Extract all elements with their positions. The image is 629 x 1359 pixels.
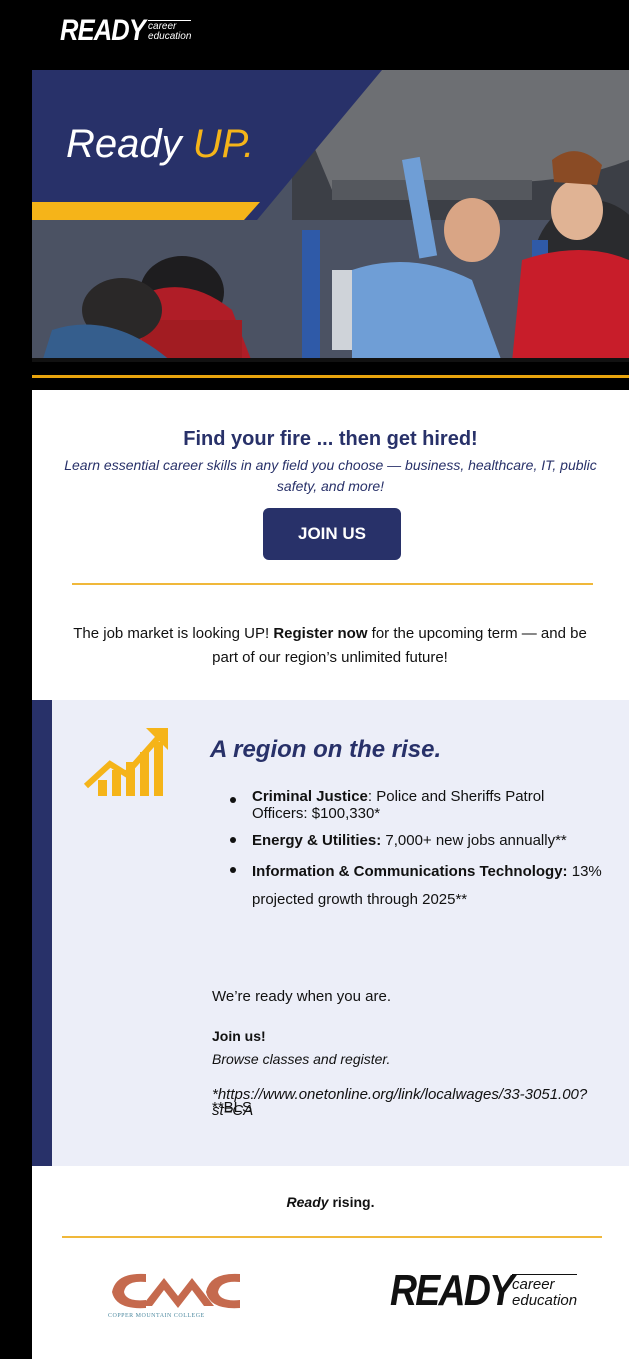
divider [72,583,593,585]
brand-subtitle: career education [148,20,192,42]
ready-when-text: We’re ready when you are. [212,988,391,1005]
job-stats-list: Criminal Justice: Police and Sheriffs Pa… [230,788,604,918]
join-us-button[interactable]: JOIN US [263,508,401,560]
hero-photo [32,70,629,362]
ready-career-education-logo[interactable]: READY career education [60,14,192,48]
college-caption: Copper Mountain College [108,1313,205,1319]
hero-divider [32,375,629,378]
list-item: Information & Communications Technology:… [230,858,604,914]
intro-headline: Find your fire ... then get hired! [183,428,478,450]
join-us-heading: Join us! [212,1028,266,1044]
copper-mountain-college-logo[interactable] [106,1266,246,1314]
register-now-text: Register now [273,625,368,642]
footer-divider [62,1236,602,1238]
ready-rising-tagline: Ready rising. [286,1194,375,1210]
browse-classes-link[interactable]: Browse classes and register. [212,1051,390,1067]
brand-word: READY [60,14,146,47]
brand-subtitle: career education [512,1273,578,1309]
ready-career-education-footer-logo[interactable]: READY career education [390,1266,578,1316]
intro-subline: Learn essential career skills in any fie… [64,457,597,494]
footnote-source-link[interactable]: *https://www.onetonline.org/link/localwa… [212,1087,612,1119]
list-item: Energy & Utilities: 7,000+ new jobs annu… [230,828,604,854]
brand-word: READY [390,1266,514,1315]
section-accent-bar [32,700,52,1166]
list-item: Criminal Justice: Police and Sheriffs Pa… [230,788,604,822]
footnote-bls: **BLS [212,1099,253,1116]
rise-title: A region on the rise. [210,736,442,763]
growth-chart-icon [84,728,168,796]
job-market-text: The job market is looking UP! Register n… [73,625,587,666]
hero-title: Ready UP. [66,122,255,166]
hero-banner[interactable]: Ready UP. [32,70,629,362]
